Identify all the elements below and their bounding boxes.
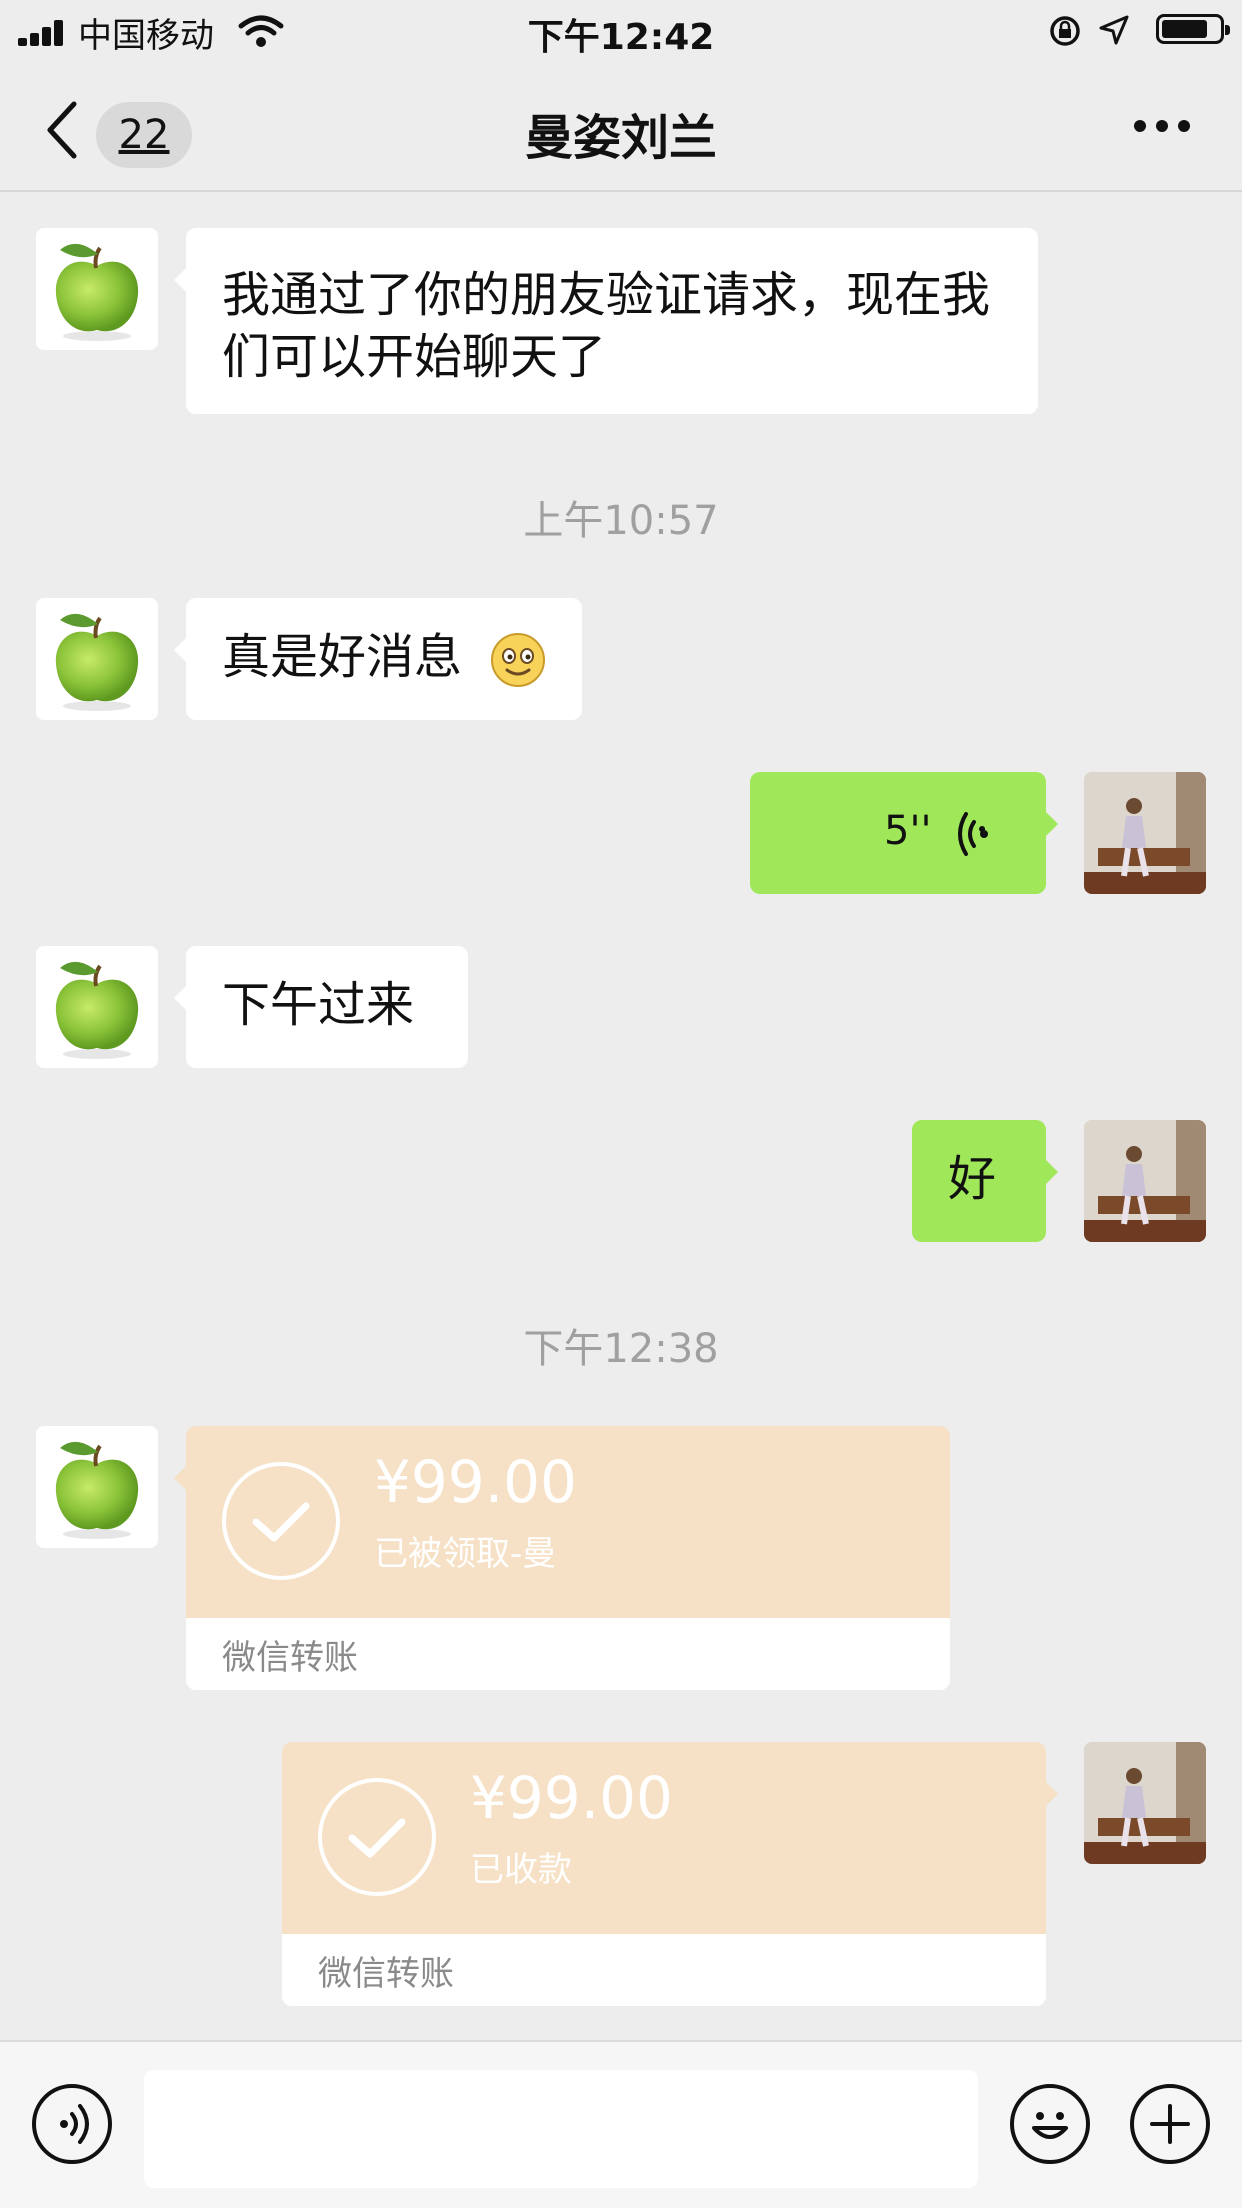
status-bar: 中国移动 下午12:42 xyxy=(0,0,1242,62)
person-photo-image xyxy=(1084,772,1206,894)
transfer-label: 微信转账 xyxy=(318,1954,454,1994)
message-bubble-sent[interactable]: 好 xyxy=(912,1120,1058,1242)
message-text: 真是好消息 xyxy=(222,629,463,685)
apple-avatar-image xyxy=(55,243,139,341)
voice-input-icon[interactable] xyxy=(32,2084,112,2164)
transfer-card-footer: 微信转账 xyxy=(186,1618,950,1690)
contact-avatar[interactable] xyxy=(36,228,158,350)
message-bubble-received[interactable]: 下午过来 xyxy=(174,946,468,1068)
chat-timestamp: 上午10:57 xyxy=(523,498,719,544)
more-dots-icon[interactable] xyxy=(1134,120,1190,132)
person-photo-image xyxy=(1084,1120,1206,1242)
my-avatar[interactable] xyxy=(1084,772,1206,894)
apple-avatar-image xyxy=(55,961,139,1059)
message-input[interactable] xyxy=(144,2070,978,2188)
message-text: 我通过了你的朋友验证请求，现在我们可以开始聊天了 xyxy=(222,267,991,385)
chat-timestamp: 下午12:38 xyxy=(523,1326,719,1372)
contact-avatar[interactable] xyxy=(36,598,158,720)
my-avatar[interactable] xyxy=(1084,1120,1206,1242)
input-bar xyxy=(0,2040,1242,2208)
transfer-card[interactable]: ¥99.00 已收款 微信转账 xyxy=(282,1742,1058,2006)
contact-avatar[interactable] xyxy=(36,946,158,1068)
apple-avatar-image xyxy=(55,613,139,711)
page-title: 曼姿刘兰 xyxy=(524,110,717,166)
smile-emoji-icon xyxy=(491,633,545,687)
location-arrow-icon xyxy=(1099,15,1129,45)
transfer-card[interactable]: ¥99.00 已被领取-曼 微信转账 xyxy=(174,1426,950,1690)
message-text: 下午过来 xyxy=(222,977,415,1033)
voice-message-bubble[interactable]: 5'' xyxy=(750,772,1058,894)
voice-duration: 5'' xyxy=(884,808,932,854)
plus-icon[interactable] xyxy=(1130,2084,1210,2164)
transfer-label: 微信转账 xyxy=(222,1638,358,1678)
check-circle-icon xyxy=(318,1778,436,1896)
transfer-card-body: ¥99.00 已被领取-曼 xyxy=(174,1426,950,1618)
my-avatar[interactable] xyxy=(1084,1742,1206,1864)
check-circle-icon xyxy=(222,1462,340,1580)
transfer-card-footer: 微信转账 xyxy=(282,1934,1046,2006)
emoji-icon[interactable] xyxy=(1010,2084,1090,2164)
transfer-amount: ¥99.00 xyxy=(374,1448,577,1516)
apple-avatar-image xyxy=(55,1441,139,1539)
transfer-card-body: ¥99.00 已收款 xyxy=(282,1742,1058,1934)
rotation-lock-icon xyxy=(1050,16,1080,46)
transfer-amount: ¥99.00 xyxy=(470,1764,673,1832)
message-bubble-received[interactable]: 我通过了你的朋友验证请求，现在我们可以开始聊天了 xyxy=(174,228,1038,414)
message-bubble-received[interactable]: 真是好消息 xyxy=(174,598,582,720)
person-photo-image xyxy=(1084,1742,1206,1864)
contact-avatar[interactable] xyxy=(36,1426,158,1548)
voice-wave-icon xyxy=(958,812,988,856)
battery-icon xyxy=(1156,14,1230,44)
transfer-status: 已收款 xyxy=(470,1850,572,1890)
chat-header: 22 曼姿刘兰 xyxy=(0,62,1242,192)
transfer-status: 已被领取-曼 xyxy=(374,1534,557,1574)
message-text: 好 xyxy=(948,1151,997,1207)
